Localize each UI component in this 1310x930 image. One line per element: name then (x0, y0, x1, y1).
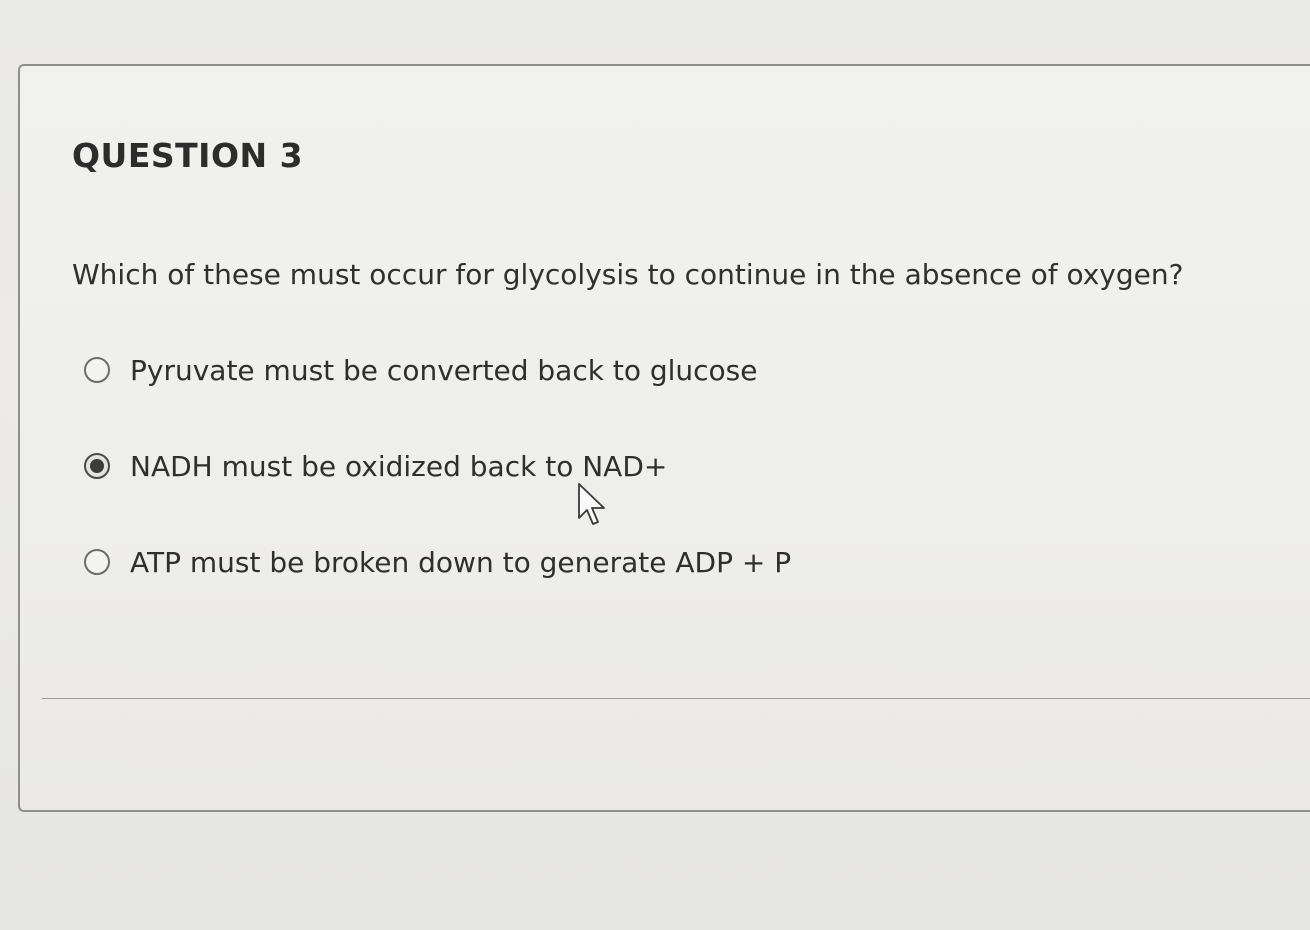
question-text: Which of these must occur for glycolysis… (72, 258, 1184, 291)
question-card: QUESTION 3 Which of these must occur for… (18, 64, 1310, 812)
answer-option-1-label[interactable]: Pyruvate must be converted back to gluco… (130, 354, 757, 387)
radio-button-3[interactable] (84, 549, 110, 575)
answer-option-2[interactable]: NADH must be oxidized back to NAD+ (84, 446, 667, 486)
radio-selected-dot (90, 459, 104, 473)
question-title: QUESTION 3 (72, 136, 304, 175)
answer-option-1[interactable]: Pyruvate must be converted back to gluco… (84, 350, 757, 390)
mouse-pointer-icon (578, 483, 605, 525)
answer-option-2-label[interactable]: NADH must be oxidized back to NAD+ (130, 450, 667, 483)
answer-option-3[interactable]: ATP must be broken down to generate ADP … (84, 542, 791, 582)
question-divider (42, 698, 1310, 699)
radio-button-2-selected[interactable] (84, 453, 110, 479)
answer-option-3-label[interactable]: ATP must be broken down to generate ADP … (130, 546, 791, 579)
radio-button-1[interactable] (84, 357, 110, 383)
